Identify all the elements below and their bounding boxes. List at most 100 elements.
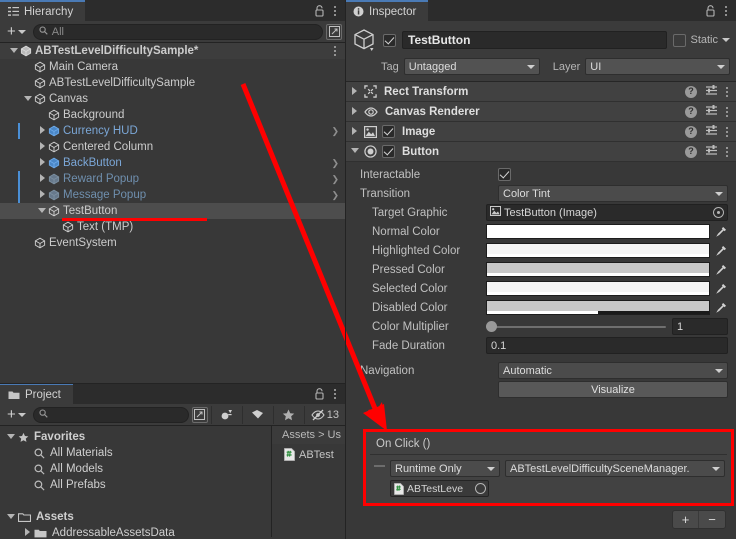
- breadcrumb[interactable]: Assets > Us: [272, 426, 345, 444]
- inspector-menu-icon[interactable]: [725, 5, 729, 16]
- favorite-star-icon[interactable]: [277, 406, 301, 424]
- preset-icon[interactable]: [705, 144, 718, 159]
- hierarchy-search-mode-icon[interactable]: [326, 23, 342, 40]
- foldout-toggle[interactable]: [4, 433, 18, 441]
- hierarchy-item-text-tmp[interactable]: Text (TMP): [0, 219, 345, 235]
- foldout-toggle[interactable]: [36, 207, 48, 215]
- color-multiplier-slider[interactable]: [486, 320, 666, 333]
- transition-dropdown[interactable]: Color Tint: [498, 185, 728, 202]
- hidden-packages-button[interactable]: 13: [308, 406, 342, 424]
- hierarchy-item-background[interactable]: Background: [0, 107, 345, 123]
- foldout-toggle[interactable]: [36, 190, 48, 200]
- color-swatch[interactable]: [486, 281, 710, 296]
- project-search-mode-icon[interactable]: [191, 406, 208, 423]
- remove-event-button[interactable]: −: [699, 511, 725, 528]
- eyedropper-icon[interactable]: [714, 226, 728, 238]
- project-folder-tree[interactable]: Favorites All Materials All Models All Pref…: [0, 426, 272, 539]
- chevron-right-icon[interactable]: ❯: [331, 158, 339, 169]
- foldout-toggle[interactable]: [36, 158, 48, 168]
- event-object-field[interactable]: ABTestLeve: [390, 480, 489, 497]
- hierarchy-item-message-popup[interactable]: Message Popup ❯: [0, 187, 345, 203]
- item-menu-icon[interactable]: [334, 46, 338, 56]
- project-item-all-models[interactable]: All Models: [0, 461, 271, 477]
- lock-icon[interactable]: [314, 4, 325, 17]
- hierarchy-item-centered-column[interactable]: Centered Column: [0, 139, 345, 155]
- hierarchy-item-abtestleveldifficultysample[interactable]: ABTestLevelDifficultySample*: [0, 43, 345, 59]
- project-item-addressableassetsdata[interactable]: AddressableAssetsData: [0, 525, 271, 539]
- drag-handle-icon[interactable]: [372, 460, 386, 467]
- label-icon[interactable]: [246, 406, 270, 424]
- help-icon[interactable]: ?: [685, 125, 697, 138]
- hierarchy-item-canvas[interactable]: Canvas: [0, 91, 345, 107]
- hierarchy-search-input[interactable]: All: [32, 23, 323, 40]
- panel-divider[interactable]: [0, 383, 345, 384]
- chevron-down-icon[interactable]: [722, 38, 730, 42]
- preset-icon[interactable]: [705, 124, 718, 139]
- component-header-button[interactable]: Button?: [345, 142, 736, 162]
- tag-dropdown[interactable]: Untagged: [403, 58, 540, 75]
- component-menu-icon[interactable]: [726, 106, 730, 117]
- interactable-checkbox[interactable]: [498, 168, 511, 181]
- foldout-toggle[interactable]: [22, 95, 34, 103]
- static-toggle-group[interactable]: Static: [673, 33, 730, 47]
- preset-icon[interactable]: [705, 104, 718, 119]
- object-picker-icon[interactable]: [475, 483, 486, 494]
- component-menu-icon[interactable]: [726, 86, 730, 97]
- foldout-toggle[interactable]: [8, 47, 20, 55]
- event-function-dropdown[interactable]: ABTestLevelDifficultySceneManager.: [505, 460, 725, 477]
- eyedropper-icon[interactable]: [714, 245, 728, 257]
- slider-knob[interactable]: [486, 321, 497, 332]
- target-graphic-objectfield[interactable]: TestButton (Image): [486, 204, 728, 221]
- eyedropper-icon[interactable]: [714, 302, 728, 314]
- component-enabled-checkbox[interactable]: [382, 125, 395, 138]
- project-add-button[interactable]: +: [3, 407, 30, 422]
- component-menu-icon[interactable]: [726, 126, 730, 137]
- foldout-toggle[interactable]: [36, 142, 48, 152]
- hierarchy-item-currency-hud[interactable]: Currency HUD ❯: [0, 123, 345, 139]
- asset-list-item[interactable]: ABTest: [272, 444, 345, 461]
- project-item-favorites[interactable]: Favorites: [0, 429, 271, 445]
- fade-duration-field[interactable]: 0.1: [486, 337, 728, 354]
- color-swatch[interactable]: [486, 262, 710, 277]
- project-item-assets[interactable]: Assets: [0, 509, 271, 525]
- hierarchy-item-reward-popup[interactable]: Reward Popup ❯: [0, 171, 345, 187]
- save-filter-icon[interactable]: [215, 406, 239, 424]
- hierarchy-item-main-camera[interactable]: Main Camera: [0, 59, 345, 75]
- hierarchy-item-abtestleveldifficultysample[interactable]: ABTestLevelDifficultySample: [0, 75, 345, 91]
- panel-divider[interactable]: [345, 0, 346, 539]
- project-search-input[interactable]: [32, 406, 189, 423]
- gameobject-enabled-checkbox[interactable]: [383, 33, 396, 47]
- help-icon[interactable]: ?: [685, 145, 697, 158]
- component-header-image[interactable]: Image?: [345, 122, 736, 142]
- chevron-right-icon[interactable]: ❯: [331, 126, 339, 137]
- preset-icon[interactable]: [705, 84, 718, 99]
- visualize-button[interactable]: Visualize: [498, 381, 728, 398]
- color-swatch[interactable]: [486, 224, 710, 239]
- project-menu-icon[interactable]: [334, 388, 338, 399]
- foldout-toggle[interactable]: [20, 528, 34, 538]
- hierarchy-item-testbutton[interactable]: TestButton: [0, 203, 345, 219]
- eyedropper-icon[interactable]: [714, 264, 728, 276]
- component-menu-icon[interactable]: [726, 146, 730, 157]
- help-icon[interactable]: ?: [685, 85, 697, 98]
- component-header-rect-transform[interactable]: Rect Transform?: [345, 82, 736, 102]
- foldout-toggle[interactable]: [36, 126, 48, 136]
- lock-icon[interactable]: [314, 387, 325, 400]
- add-event-button[interactable]: +: [673, 511, 699, 528]
- tab-hierarchy[interactable]: Hierarchy: [0, 0, 86, 21]
- foldout-toggle[interactable]: [350, 86, 359, 97]
- chevron-right-icon[interactable]: ❯: [331, 174, 339, 185]
- hierarchy-menu-icon[interactable]: [334, 5, 338, 16]
- tab-inspector[interactable]: Inspector: [345, 0, 429, 21]
- foldout-toggle[interactable]: [4, 513, 18, 521]
- event-mode-dropdown[interactable]: Runtime Only: [390, 460, 500, 477]
- chevron-right-icon[interactable]: ❯: [331, 190, 339, 201]
- hierarchy-add-button[interactable]: +: [3, 24, 30, 39]
- tab-project[interactable]: Project: [0, 383, 73, 404]
- hierarchy-item-backbutton[interactable]: BackButton ❯: [0, 155, 345, 171]
- layer-dropdown[interactable]: UI: [585, 58, 730, 75]
- color-swatch[interactable]: [486, 300, 710, 315]
- project-item-all-prefabs[interactable]: All Prefabs: [0, 477, 271, 493]
- component-enabled-checkbox[interactable]: [382, 145, 395, 158]
- object-picker-icon[interactable]: [713, 207, 724, 218]
